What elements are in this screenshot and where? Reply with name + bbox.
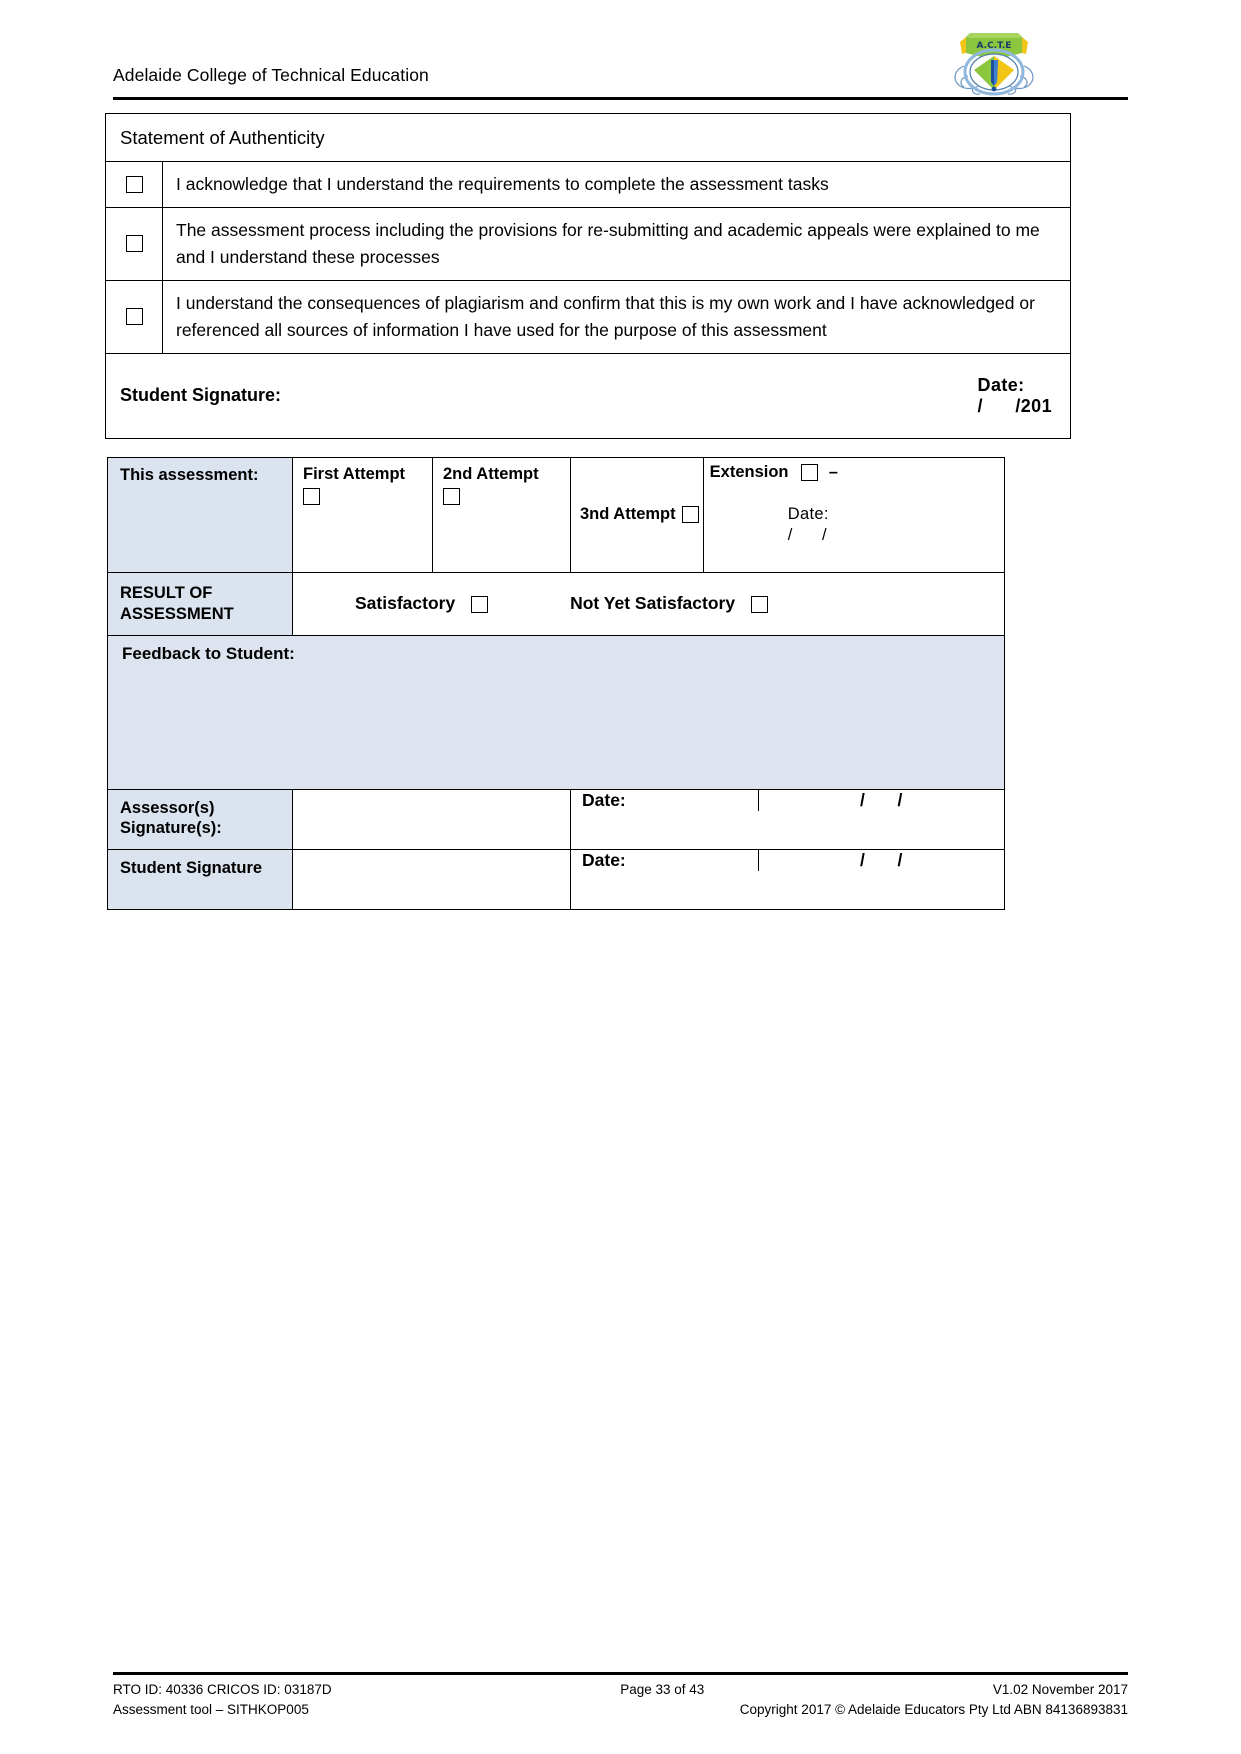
statement-1-checkbox[interactable] bbox=[125, 175, 143, 193]
student-signature-row: Student Signature: Date: / /201 bbox=[105, 352, 1071, 439]
feedback-to-student-cell[interactable]: Feedback to Student: bbox=[107, 634, 1005, 790]
page-header: Adelaide College of Technical Education bbox=[113, 28, 1128, 100]
third-attempt-label: 3nd Attempt bbox=[580, 505, 676, 524]
extension-dash: – bbox=[828, 463, 838, 481]
table-row: Statement of Authenticity bbox=[105, 113, 1071, 162]
statement-1-text: I acknowledge that I understand the requ… bbox=[162, 161, 1071, 208]
extension-date-value[interactable]: / / bbox=[788, 526, 827, 544]
footer-assessment-tool: Assessment tool – SITHKOP005 bbox=[113, 1702, 309, 1718]
footer-line-1: RTO ID: 40336 CRICOS ID: 03187D Page 33 … bbox=[113, 1680, 1128, 1700]
statement-title-cell: Statement of Authenticity bbox=[105, 113, 1071, 162]
result-of-assessment-table: This assessment: First Attempt 2nd Attem… bbox=[107, 457, 1005, 910]
statement-3-checkbox-cell[interactable] bbox=[105, 279, 163, 354]
footer-rto-id: RTO ID: 40336 CRICOS ID: 03187D bbox=[113, 1682, 332, 1697]
student-date-cell: Date: / / bbox=[570, 848, 1005, 910]
assessor-date-value[interactable]: / / bbox=[758, 790, 1004, 811]
footer-page-number: Page 33 of 43 bbox=[620, 1682, 705, 1697]
table-row-attempts: This assessment: First Attempt 2nd Attem… bbox=[107, 457, 1005, 573]
table-row: I understand the consequences of plagiar… bbox=[105, 279, 1071, 354]
satisfactory-checkbox[interactable] bbox=[471, 595, 489, 613]
not-yet-satisfactory-label: Not Yet Satisfactory bbox=[570, 593, 736, 614]
student-date-label: Date: bbox=[571, 849, 759, 871]
statement-3-checkbox[interactable] bbox=[125, 308, 143, 326]
assessor-signature-label: Assessor(s) Signature(s): bbox=[107, 788, 293, 850]
student-signature-date-label: Date: bbox=[977, 374, 1025, 395]
table-row: The assessment process including the pro… bbox=[105, 206, 1071, 281]
table-row: Student Signature: Date: / /201 bbox=[105, 352, 1071, 439]
statement-3-text: I understand the consequences of plagiar… bbox=[162, 279, 1071, 354]
student-signature-label: Student Signature: bbox=[120, 385, 281, 406]
statement-of-authenticity-table: Statement of Authenticity I acknowledge … bbox=[105, 113, 1071, 439]
result-options-cell: Satisfactory Not Yet Satisfactory bbox=[292, 571, 1005, 636]
extension-date-label: Date: bbox=[787, 505, 829, 524]
student-signature-date-value[interactable]: / /201 bbox=[978, 396, 1052, 416]
statement-title: Statement of Authenticity bbox=[120, 126, 325, 148]
table-row-assessor-signature: Assessor(s) Signature(s): Date: / / bbox=[107, 788, 1005, 850]
not-yet-satisfactory-checkbox[interactable] bbox=[750, 595, 768, 613]
extension-label: Extension bbox=[709, 463, 789, 481]
satisfactory-option[interactable]: Satisfactory bbox=[355, 593, 489, 614]
extension-group: Extension – Date: / / bbox=[702, 458, 1004, 572]
feedback-to-student-label: Feedback to Student: bbox=[122, 643, 295, 663]
footer-line-2: Assessment tool – SITHKOP005 Copyright 2… bbox=[113, 1700, 1128, 1720]
statement-2-checkbox[interactable] bbox=[125, 235, 143, 253]
third-attempt-checkbox[interactable] bbox=[681, 506, 699, 524]
this-assessment-label: This assessment: bbox=[107, 457, 293, 573]
footer-divider bbox=[113, 1672, 1128, 1675]
footer-version: V1.02 November 2017 bbox=[992, 1682, 1128, 1697]
first-attempt-cell[interactable]: First Attempt bbox=[292, 457, 433, 573]
college-crest-logo-icon: A.C.T.E bbox=[948, 20, 1040, 98]
student-signature-label-2: Student Signature bbox=[107, 848, 293, 910]
second-attempt-cell[interactable]: 2nd Attempt bbox=[432, 457, 571, 573]
first-attempt-checkbox[interactable] bbox=[303, 488, 320, 506]
statement-2-checkbox-cell[interactable] bbox=[105, 206, 163, 281]
document-page: Adelaide College of Technical Education bbox=[0, 0, 1241, 1754]
student-date-value[interactable]: / / bbox=[758, 850, 1004, 871]
table-row: I acknowledge that I understand the requ… bbox=[105, 161, 1071, 208]
second-attempt-checkbox[interactable] bbox=[443, 488, 460, 506]
header-divider bbox=[113, 97, 1128, 100]
result-of-assessment-label: RESULT OF ASSESSMENT bbox=[107, 571, 293, 636]
footer-copyright: Copyright 2017 © Adelaide Educators Pty … bbox=[739, 1702, 1128, 1718]
institution-name: Adelaide College of Technical Education bbox=[113, 65, 429, 85]
page-footer: RTO ID: 40336 CRICOS ID: 03187D Page 33 … bbox=[113, 1672, 1128, 1721]
table-row-student-signature: Student Signature Date: / / bbox=[107, 848, 1005, 910]
assessor-signature-field[interactable] bbox=[292, 788, 571, 850]
satisfactory-label: Satisfactory bbox=[355, 593, 456, 614]
statement-1-checkbox-cell[interactable] bbox=[105, 161, 163, 208]
student-signature-field[interactable] bbox=[292, 848, 571, 910]
not-yet-satisfactory-option[interactable]: Not Yet Satisfactory bbox=[570, 593, 768, 614]
third-attempt-group[interactable]: 3nd Attempt bbox=[571, 458, 703, 572]
assessor-date-cell: Date: / / bbox=[570, 788, 1005, 850]
table-row-feedback: Feedback to Student: bbox=[107, 634, 1005, 790]
third-attempt-extension-cell: 3nd Attempt Extension – Date: / / bbox=[570, 457, 1005, 573]
assessor-date-label: Date: bbox=[571, 789, 759, 811]
table-row-result: RESULT OF ASSESSMENT Satisfactory Not Ye… bbox=[107, 571, 1005, 636]
statement-2-text: The assessment process including the pro… bbox=[162, 206, 1071, 281]
extension-checkbox[interactable] bbox=[801, 464, 819, 482]
second-attempt-label: 2nd Attempt bbox=[443, 465, 539, 483]
first-attempt-label: First Attempt bbox=[303, 465, 406, 483]
